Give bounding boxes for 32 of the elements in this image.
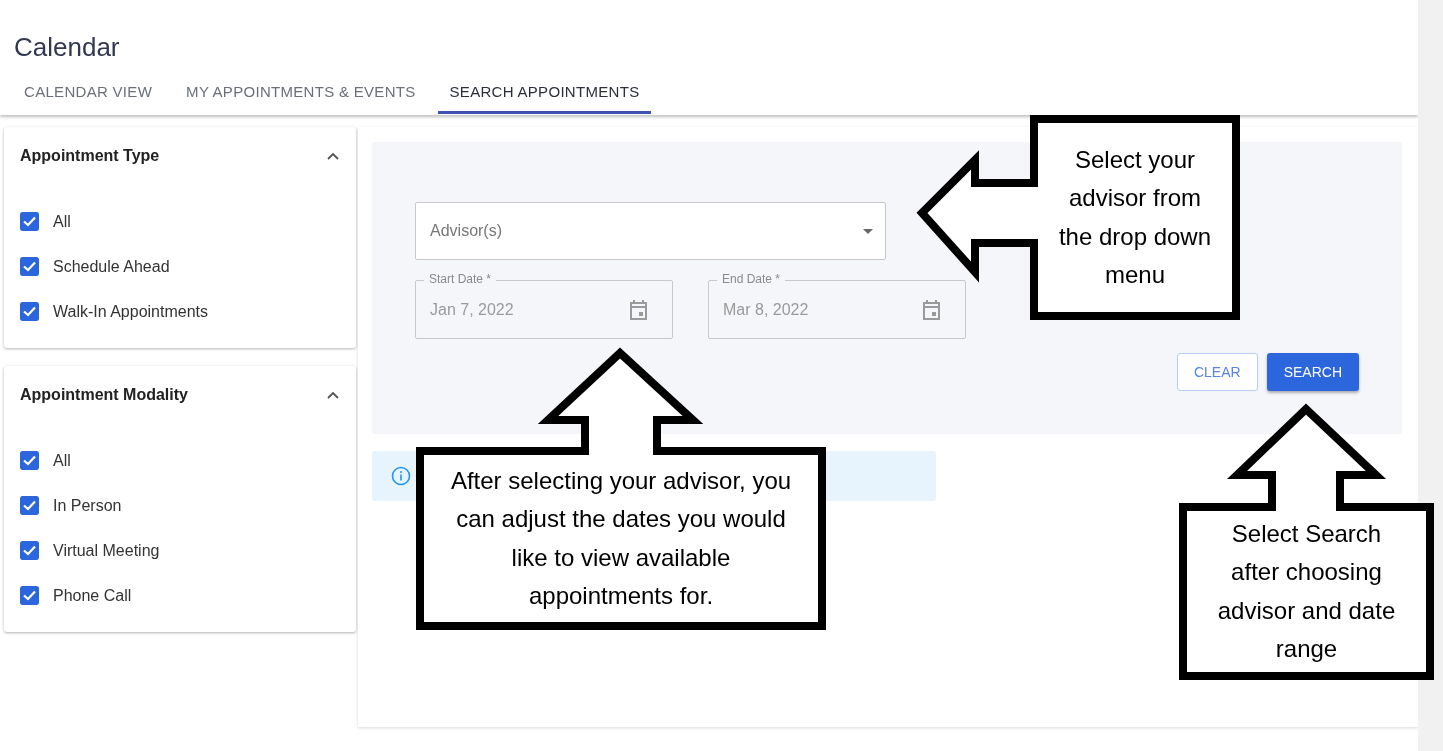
checkbox-label: Walk-In Appointments xyxy=(53,302,209,321)
checkbox[interactable] xyxy=(20,586,39,605)
checkbox[interactable] xyxy=(20,451,39,470)
checkbox[interactable] xyxy=(20,496,39,515)
checkbox-label: All xyxy=(53,451,71,470)
callout-text: After selecting your advisor, you can adjust the dates you would like to view available appointments for. xyxy=(449,465,793,611)
checkbox-label: All xyxy=(53,212,71,231)
dropdown-caret-icon xyxy=(863,228,873,234)
checkbox-label: In Person xyxy=(53,496,122,515)
info-icon xyxy=(391,466,411,486)
checkbox-label: Schedule Ahead xyxy=(53,257,170,276)
filter-heading: Appointment Modality xyxy=(20,386,188,404)
checkbox[interactable] xyxy=(20,541,39,560)
calendar-icon[interactable] xyxy=(629,299,648,320)
calendar-icon[interactable] xyxy=(922,299,941,320)
page-title: Calendar xyxy=(14,32,120,63)
checkbox[interactable] xyxy=(20,302,39,321)
chevron-up-icon[interactable] xyxy=(326,390,340,400)
tab[interactable]: MY APPOINTMENTS & EVENTS xyxy=(174,75,428,114)
advisor-dropdown[interactable]: Advisor(s) xyxy=(415,202,886,260)
callout-text: Select Search after choosing advisor and date range xyxy=(1216,518,1397,664)
checkbox-label: Virtual Meeting xyxy=(53,541,160,560)
callout-text: Select your advisor from the drop down menu xyxy=(1057,144,1213,290)
checkbox[interactable] xyxy=(20,257,39,276)
checkbox[interactable] xyxy=(20,212,39,231)
tab[interactable]: CALENDAR VIEW xyxy=(12,75,165,114)
search-button[interactable]: SEARCH xyxy=(1266,353,1359,391)
clear-button[interactable]: CLEAR xyxy=(1176,353,1258,391)
checkbox-label: Phone Call xyxy=(53,586,132,605)
tab[interactable]: SEARCH APPOINTMENTS xyxy=(437,75,652,114)
chevron-up-icon[interactable] xyxy=(326,151,340,161)
filter-heading: Appointment Type xyxy=(20,147,160,165)
